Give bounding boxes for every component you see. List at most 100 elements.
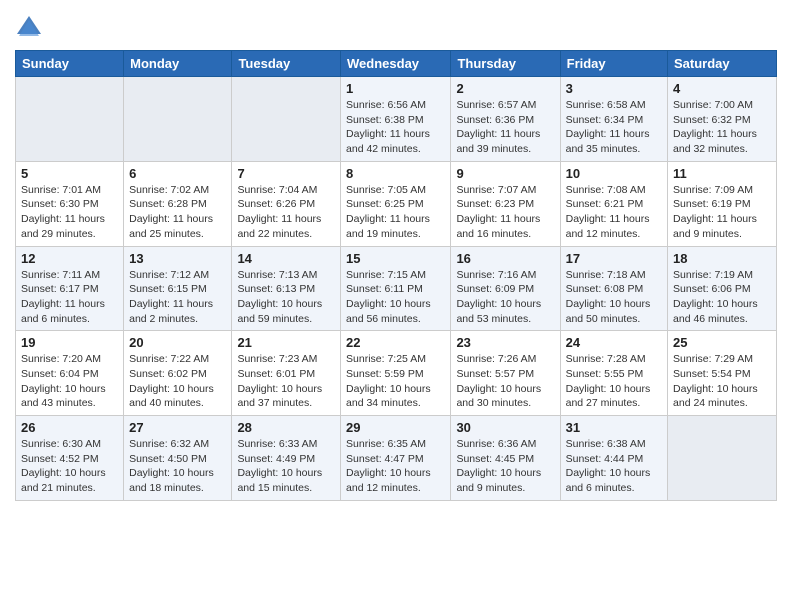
day-number: 30 [456, 420, 554, 435]
day-number: 4 [673, 81, 771, 96]
day-info: Sunrise: 7:22 AM Sunset: 6:02 PM Dayligh… [129, 352, 226, 411]
day-info: Sunrise: 7:29 AM Sunset: 5:54 PM Dayligh… [673, 352, 771, 411]
day-info: Sunrise: 7:09 AM Sunset: 6:19 PM Dayligh… [673, 183, 771, 242]
calendar-day-cell: 16 Sunrise: 7:16 AM Sunset: 6:09 PM Dayli… [451, 246, 560, 331]
day-number: 13 [129, 251, 226, 266]
day-number: 2 [456, 81, 554, 96]
day-number: 25 [673, 335, 771, 350]
day-info: Sunrise: 7:02 AM Sunset: 6:28 PM Dayligh… [129, 183, 226, 242]
day-number: 9 [456, 166, 554, 181]
day-number: 20 [129, 335, 226, 350]
calendar-week-row: 19 Sunrise: 7:20 AM Sunset: 6:04 PM Dayli… [16, 331, 777, 416]
calendar-day-cell: 18Sunrise: 7:19 AM Sunset: 6:06 PM Dayli… [668, 246, 777, 331]
day-info: Sunrise: 7:25 AM Sunset: 5:59 PM Dayligh… [346, 352, 445, 411]
day-number: 19 [21, 335, 118, 350]
day-info: Sunrise: 7:28 AM Sunset: 5:55 PM Dayligh… [566, 352, 662, 411]
calendar-day-cell: 21 Sunrise: 7:23 AM Sunset: 6:01 PM Dayli… [232, 331, 341, 416]
day-info: Sunrise: 7:18 AM Sunset: 6:08 PM Dayligh… [566, 268, 662, 327]
day-info: Sunrise: 6:35 AM Sunset: 4:47 PM Dayligh… [346, 437, 445, 496]
calendar-day-cell [124, 77, 232, 162]
day-info: Sunrise: 6:36 AM Sunset: 4:45 PM Dayligh… [456, 437, 554, 496]
day-number: 29 [346, 420, 445, 435]
weekday-header-tuesday: Tuesday [232, 51, 341, 77]
calendar-day-cell: 11 Sunrise: 7:09 AM Sunset: 6:19 PM Dayli… [668, 161, 777, 246]
page-header [15, 10, 777, 42]
calendar-day-cell: 1 Sunrise: 6:56 AM Sunset: 6:38 PM Daylig… [341, 77, 451, 162]
calendar-header-row: SundayMondayTuesdayWednesdayThursdayFrid… [16, 51, 777, 77]
day-number: 16 [456, 251, 554, 266]
calendar-day-cell: 6 Sunrise: 7:02 AM Sunset: 6:28 PM Daylig… [124, 161, 232, 246]
calendar-day-cell: 5 Sunrise: 7:01 AM Sunset: 6:30 PM Daylig… [16, 161, 124, 246]
calendar-day-cell [232, 77, 341, 162]
calendar-day-cell: 24 Sunrise: 7:28 AM Sunset: 5:55 PM Dayli… [560, 331, 667, 416]
calendar-day-cell: 9 Sunrise: 7:07 AM Sunset: 6:23 PM Daylig… [451, 161, 560, 246]
calendar-day-cell: 19 Sunrise: 7:20 AM Sunset: 6:04 PM Dayli… [16, 331, 124, 416]
calendar-day-cell: 13Sunrise: 7:12 AM Sunset: 6:15 PM Dayli… [124, 246, 232, 331]
calendar-day-cell: 14 Sunrise: 7:13 AM Sunset: 6:13 PM Dayli… [232, 246, 341, 331]
calendar-week-row: 12 Sunrise: 7:11 AM Sunset: 6:17 PM Dayli… [16, 246, 777, 331]
calendar-day-cell: 10Sunrise: 7:08 AM Sunset: 6:21 PM Dayli… [560, 161, 667, 246]
calendar-day-cell: 25 Sunrise: 7:29 AM Sunset: 5:54 PM Dayli… [668, 331, 777, 416]
day-info: Sunrise: 7:20 AM Sunset: 6:04 PM Dayligh… [21, 352, 118, 411]
day-number: 14 [237, 251, 335, 266]
day-info: Sunrise: 7:07 AM Sunset: 6:23 PM Dayligh… [456, 183, 554, 242]
calendar-day-cell: 31 Sunrise: 6:38 AM Sunset: 4:44 PM Dayli… [560, 416, 667, 501]
day-number: 3 [566, 81, 662, 96]
day-info: Sunrise: 7:26 AM Sunset: 5:57 PM Dayligh… [456, 352, 554, 411]
calendar-day-cell: 22 Sunrise: 7:25 AM Sunset: 5:59 PM Dayli… [341, 331, 451, 416]
calendar-table: SundayMondayTuesdayWednesdayThursdayFrid… [15, 50, 777, 501]
day-info: Sunrise: 7:11 AM Sunset: 6:17 PM Dayligh… [21, 268, 118, 327]
weekday-header-saturday: Saturday [668, 51, 777, 77]
day-number: 28 [237, 420, 335, 435]
day-info: Sunrise: 7:04 AM Sunset: 6:26 PM Dayligh… [237, 183, 335, 242]
day-info: Sunrise: 6:30 AM Sunset: 4:52 PM Dayligh… [21, 437, 118, 496]
day-number: 11 [673, 166, 771, 181]
day-info: Sunrise: 7:00 AM Sunset: 6:32 PM Dayligh… [673, 98, 771, 157]
weekday-header-friday: Friday [560, 51, 667, 77]
day-info: Sunrise: 7:13 AM Sunset: 6:13 PM Dayligh… [237, 268, 335, 327]
day-info: Sunrise: 6:38 AM Sunset: 4:44 PM Dayligh… [566, 437, 662, 496]
day-number: 5 [21, 166, 118, 181]
calendar-day-cell [16, 77, 124, 162]
day-info: Sunrise: 6:57 AM Sunset: 6:36 PM Dayligh… [456, 98, 554, 157]
day-number: 27 [129, 420, 226, 435]
weekday-header-monday: Monday [124, 51, 232, 77]
day-number: 23 [456, 335, 554, 350]
day-number: 24 [566, 335, 662, 350]
day-number: 8 [346, 166, 445, 181]
calendar-day-cell: 26 Sunrise: 6:30 AM Sunset: 4:52 PM Dayli… [16, 416, 124, 501]
day-number: 1 [346, 81, 445, 96]
day-number: 18 [673, 251, 771, 266]
day-number: 6 [129, 166, 226, 181]
calendar-day-cell: 8 Sunrise: 7:05 AM Sunset: 6:25 PM Daylig… [341, 161, 451, 246]
day-number: 12 [21, 251, 118, 266]
calendar-day-cell [668, 416, 777, 501]
day-info: Sunrise: 6:56 AM Sunset: 6:38 PM Dayligh… [346, 98, 445, 157]
day-number: 26 [21, 420, 118, 435]
calendar-day-cell: 28 Sunrise: 6:33 AM Sunset: 4:49 PM Dayli… [232, 416, 341, 501]
day-info: Sunrise: 7:15 AM Sunset: 6:11 PM Dayligh… [346, 268, 445, 327]
weekday-header-wednesday: Wednesday [341, 51, 451, 77]
logo-icon [15, 14, 43, 42]
day-info: Sunrise: 7:01 AM Sunset: 6:30 PM Dayligh… [21, 183, 118, 242]
weekday-header-sunday: Sunday [16, 51, 124, 77]
day-info: Sunrise: 6:33 AM Sunset: 4:49 PM Dayligh… [237, 437, 335, 496]
day-info: Sunrise: 6:32 AM Sunset: 4:50 PM Dayligh… [129, 437, 226, 496]
day-info: Sunrise: 7:05 AM Sunset: 6:25 PM Dayligh… [346, 183, 445, 242]
day-info: Sunrise: 7:16 AM Sunset: 6:09 PM Dayligh… [456, 268, 554, 327]
calendar-day-cell: 7Sunrise: 7:04 AM Sunset: 6:26 PM Daylig… [232, 161, 341, 246]
calendar-day-cell: 30 Sunrise: 6:36 AM Sunset: 4:45 PM Dayli… [451, 416, 560, 501]
calendar-day-cell: 29 Sunrise: 6:35 AM Sunset: 4:47 PM Dayli… [341, 416, 451, 501]
calendar-week-row: 5 Sunrise: 7:01 AM Sunset: 6:30 PM Daylig… [16, 161, 777, 246]
day-info: Sunrise: 6:58 AM Sunset: 6:34 PM Dayligh… [566, 98, 662, 157]
calendar-day-cell: 12 Sunrise: 7:11 AM Sunset: 6:17 PM Dayli… [16, 246, 124, 331]
calendar-day-cell: 2 Sunrise: 6:57 AM Sunset: 6:36 PM Daylig… [451, 77, 560, 162]
calendar-week-row: 1 Sunrise: 6:56 AM Sunset: 6:38 PM Daylig… [16, 77, 777, 162]
calendar-week-row: 26 Sunrise: 6:30 AM Sunset: 4:52 PM Dayli… [16, 416, 777, 501]
day-number: 22 [346, 335, 445, 350]
day-number: 31 [566, 420, 662, 435]
day-info: Sunrise: 7:23 AM Sunset: 6:01 PM Dayligh… [237, 352, 335, 411]
logo [15, 14, 45, 42]
calendar-day-cell: 20 Sunrise: 7:22 AM Sunset: 6:02 PM Dayli… [124, 331, 232, 416]
day-number: 21 [237, 335, 335, 350]
